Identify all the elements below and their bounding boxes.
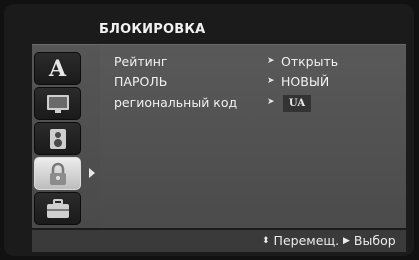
value-arrow-icon: ➤: [267, 76, 275, 86]
value-arrow-icon: ➤: [267, 56, 275, 66]
footer-hint-bar: ⬍ Перемещ. ▶ Выбор: [32, 230, 406, 252]
setting-label: ПАРОЛЬ: [114, 74, 168, 89]
tab-others[interactable]: [34, 192, 81, 225]
language-icon: A: [48, 55, 67, 82]
active-tab-pointer: [89, 168, 95, 178]
value-arrow-icon: ➤: [267, 97, 275, 107]
setting-row-password[interactable]: ПАРОЛЬ ➤ НОВЫЙ: [100, 74, 406, 92]
setting-value[interactable]: НОВЫЙ: [281, 74, 329, 89]
setting-label: Рейтинг: [114, 54, 168, 69]
tab-display[interactable]: [34, 87, 81, 120]
up-down-arrows-icon: ⬍: [262, 235, 270, 246]
move-hint-label: Перемещ.: [273, 233, 340, 248]
move-hint: ⬍ Перемещ.: [262, 233, 339, 248]
setting-value[interactable]: Открыть: [281, 54, 338, 69]
category-sidebar: A: [32, 45, 100, 228]
audio-speaker-icon: [49, 128, 66, 149]
select-hint-label: Выбор: [353, 233, 396, 248]
setting-row-region-code[interactable]: региональный код ➤ UA: [100, 95, 406, 113]
region-code-value[interactable]: UA: [283, 95, 311, 112]
tab-language[interactable]: A: [34, 52, 81, 85]
setting-row-rating[interactable]: Рейтинг ➤ Открыть: [100, 54, 406, 72]
setting-label: региональный код: [114, 95, 238, 110]
right-arrow-icon: ▶: [343, 235, 350, 246]
menu-title: БЛОКИРОВКА: [99, 21, 206, 37]
lock-icon: [49, 162, 66, 185]
select-hint: ▶ Выбор: [343, 233, 396, 248]
osd-screen: БЛОКИРОВКА A Рейтинг ➤ Открыть ПАРОЛЬ ➤ …: [4, 4, 414, 256]
display-icon: [46, 94, 69, 113]
briefcase-icon: [46, 198, 69, 218]
tab-lock[interactable]: [34, 157, 81, 190]
settings-panel: Рейтинг ➤ Открыть ПАРОЛЬ ➤ НОВЫЙ региона…: [100, 45, 406, 228]
tab-audio[interactable]: [34, 122, 81, 155]
